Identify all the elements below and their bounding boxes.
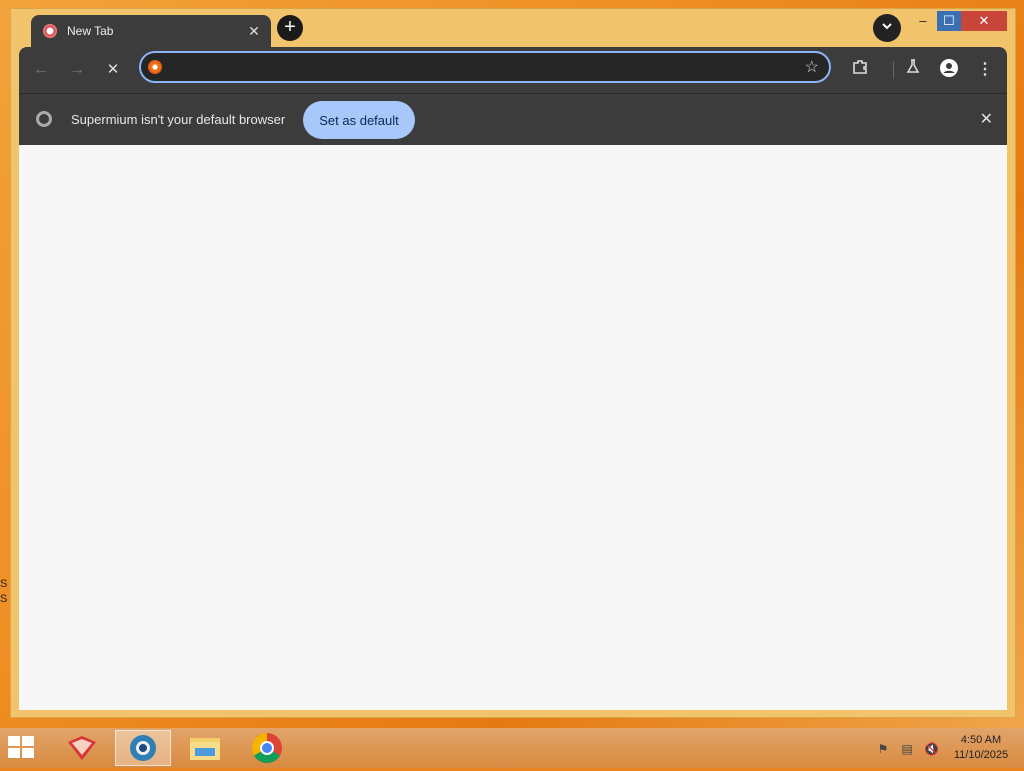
address-input[interactable] — [171, 56, 795, 80]
minimize-button[interactable]: – — [911, 11, 935, 31]
close-icon[interactable]: ✕ — [980, 109, 993, 129]
taskbar-app-supermium[interactable] — [115, 730, 171, 766]
forward-button[interactable]: → — [65, 58, 89, 82]
app-red-icon — [68, 736, 96, 760]
tab-title: New Tab — [67, 24, 114, 38]
clock[interactable]: 4:50 AM 11/10/2025 — [946, 733, 1016, 763]
set-as-default-button[interactable]: Set as default — [303, 101, 415, 139]
taskbar-app-chrome[interactable] — [239, 730, 295, 766]
toolbar-divider — [893, 61, 894, 79]
desktop-icon-label-fragment: S — [0, 578, 8, 590]
menu-button[interactable]: ⋮ — [973, 58, 997, 82]
site-info-icon[interactable] — [148, 60, 162, 74]
supermium-logo-icon — [36, 111, 52, 127]
bookmark-star-icon[interactable]: ☆ — [805, 57, 819, 77]
action-center-flag-icon[interactable]: ⚑ — [876, 742, 890, 756]
extensions-button[interactable] — [848, 58, 872, 82]
maximize-button[interactable]: ☐ — [937, 11, 961, 31]
supermium-icon — [130, 735, 156, 761]
desktop-icon-label-fragment: S — [0, 593, 8, 605]
flask-icon — [906, 59, 920, 73]
close-icon[interactable]: ✕ — [243, 23, 265, 40]
tab-new-tab[interactable]: New Tab ✕ — [31, 15, 271, 47]
chevron-down-icon — [882, 23, 892, 30]
avatar-icon — [940, 59, 958, 77]
browser-window: New Tab ✕ + – ☐ ✕ ← → ✕ ☆ ⋮ Supermium is… — [10, 8, 1016, 718]
new-tab-button[interactable]: + — [277, 15, 303, 41]
taskbar: ⚑ ▤ 🔇 4:50 AM 11/10/2025 — [0, 728, 1024, 768]
windows-logo-pane — [22, 736, 34, 746]
back-button[interactable]: ← — [29, 58, 53, 82]
browser-toolbar: ← → ✕ ☆ ⋮ — [19, 47, 1007, 93]
windows-logo-pane — [8, 748, 20, 758]
address-bar[interactable]: ☆ — [139, 51, 831, 83]
page-content[interactable] — [19, 145, 1007, 710]
close-window-button[interactable]: ✕ — [961, 11, 1007, 31]
default-browser-infobar: Supermium isn't your default browser Set… — [19, 93, 1007, 145]
windows-logo-pane — [22, 748, 34, 758]
clock-time: 4:50 AM — [960, 734, 1002, 746]
windows-logo-icon — [8, 736, 20, 746]
profile-button[interactable] — [937, 58, 961, 82]
stop-loading-button[interactable]: ✕ — [101, 58, 125, 82]
tab-search-button[interactable] — [873, 14, 901, 42]
file-explorer-icon — [190, 738, 220, 760]
network-icon[interactable]: ▤ — [900, 742, 914, 756]
volume-muted-icon[interactable]: 🔇 — [924, 742, 939, 756]
labs-button[interactable] — [901, 58, 925, 82]
taskbar-app-red[interactable] — [54, 730, 110, 766]
title-bar[interactable]: New Tab ✕ + – ☐ ✕ — [11, 9, 1015, 47]
puzzle-icon — [853, 60, 867, 74]
clock-date: 11/10/2025 — [953, 749, 1009, 761]
infobar-message: Supermium isn't your default browser — [71, 112, 286, 127]
tab-favicon-icon — [43, 24, 57, 38]
start-button[interactable] — [8, 736, 36, 760]
chrome-icon — [251, 733, 282, 764]
taskbar-app-file-explorer[interactable] — [177, 730, 233, 766]
